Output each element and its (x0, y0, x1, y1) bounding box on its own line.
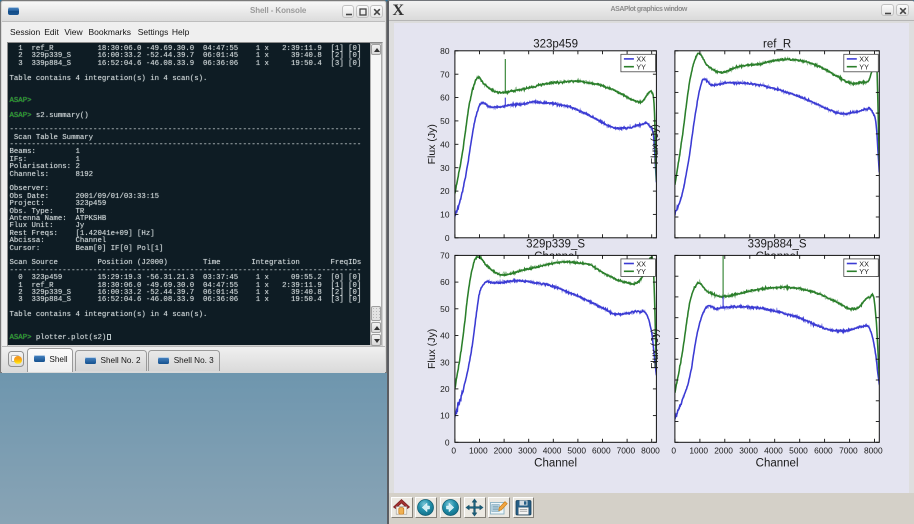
svg-text:Flux (Jy): Flux (Jy) (649, 124, 661, 164)
svg-text:323p459: 323p459 (533, 38, 578, 50)
svg-text:Channel: Channel (534, 457, 577, 469)
svg-text:7000: 7000 (839, 445, 858, 455)
svg-text:ref_R: ref_R (763, 38, 791, 50)
svg-text:0: 0 (671, 445, 676, 455)
svg-text:8000: 8000 (641, 445, 660, 455)
svg-text:5000: 5000 (789, 445, 808, 455)
svg-text:2000: 2000 (714, 445, 733, 455)
svg-text:10: 10 (440, 209, 450, 219)
svg-text:40: 40 (440, 330, 450, 340)
svg-text:80: 80 (440, 46, 450, 56)
svg-text:30: 30 (440, 162, 450, 172)
svg-text:8000: 8000 (863, 445, 882, 455)
svg-text:YY: YY (859, 267, 869, 276)
svg-text:1000: 1000 (689, 445, 708, 455)
svg-text:4000: 4000 (542, 445, 561, 455)
svg-text:3000: 3000 (739, 445, 758, 455)
svg-text:329p339_S: 329p339_S (526, 238, 585, 250)
svg-text:0: 0 (444, 233, 449, 243)
svg-text:70: 70 (440, 250, 450, 260)
svg-text:60: 60 (440, 92, 450, 102)
svg-text:1000: 1000 (468, 445, 487, 455)
svg-text:0: 0 (444, 437, 449, 447)
svg-text:70: 70 (440, 69, 450, 79)
svg-text:6000: 6000 (591, 445, 610, 455)
svg-text:2000: 2000 (493, 445, 512, 455)
svg-text:YY: YY (859, 62, 869, 71)
svg-text:30: 30 (440, 357, 450, 367)
svg-text:40: 40 (440, 139, 450, 149)
svg-text:0: 0 (451, 445, 456, 455)
svg-text:50: 50 (440, 116, 450, 126)
svg-text:60: 60 (440, 277, 450, 287)
svg-text:YY: YY (636, 62, 646, 71)
svg-text:YY: YY (636, 267, 646, 276)
svg-text:6000: 6000 (814, 445, 833, 455)
svg-text:3000: 3000 (518, 445, 537, 455)
svg-text:Flux (Jy): Flux (Jy) (425, 328, 437, 368)
svg-text:50: 50 (440, 304, 450, 314)
svg-text:10: 10 (440, 410, 450, 420)
svg-text:4000: 4000 (764, 445, 783, 455)
svg-text:5000: 5000 (567, 445, 586, 455)
svg-text:Channel: Channel (755, 457, 798, 469)
svg-text:339p884_S: 339p884_S (747, 238, 806, 250)
svg-text:Flux (Jy): Flux (Jy) (425, 124, 437, 164)
svg-text:20: 20 (440, 384, 450, 394)
svg-text:20: 20 (440, 186, 450, 196)
svg-text:7000: 7000 (616, 445, 635, 455)
svg-text:Flux (Jy): Flux (Jy) (649, 328, 661, 368)
